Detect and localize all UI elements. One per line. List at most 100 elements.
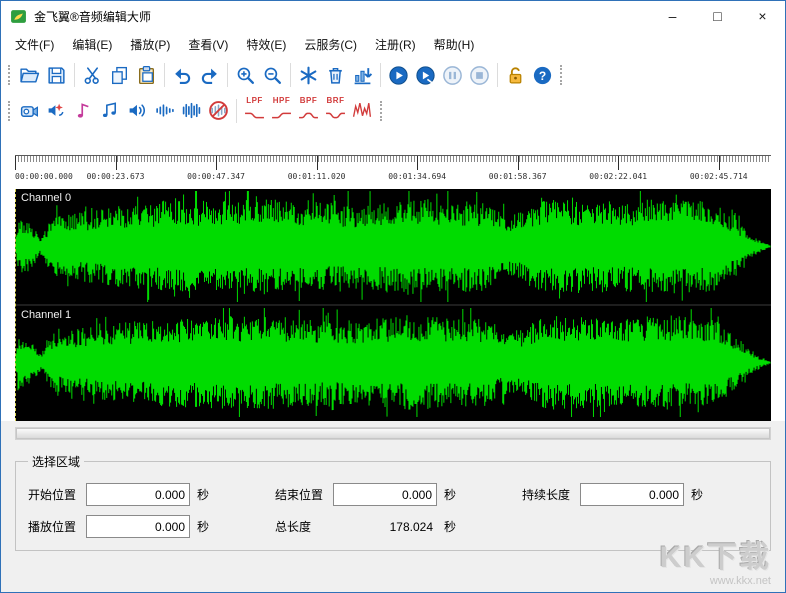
menu-item-edit[interactable]: 编辑(E) — [63, 31, 121, 58]
zoom-out-button[interactable] — [259, 61, 286, 90]
export-icon — [352, 65, 373, 86]
menu-item-effects[interactable]: 特效(E) — [237, 31, 295, 58]
start-position-field: 开始位置 秒 — [28, 483, 264, 506]
end-unit-label: 秒 — [444, 486, 456, 503]
help-button[interactable]: ? — [529, 61, 556, 90]
export-button[interactable] — [349, 61, 376, 90]
filter-hpf-icon: HPF — [270, 96, 294, 126]
waveform-channel-1[interactable]: Channel 1 — [15, 304, 771, 419]
toolbar-separator — [164, 63, 165, 87]
filter-brf-button[interactable]: BRF — [322, 96, 349, 125]
save-button[interactable] — [43, 61, 70, 90]
undo-button[interactable] — [169, 61, 196, 90]
total-length-field: 总长度 178.024 秒 — [275, 518, 511, 535]
start-unit-label: 秒 — [197, 486, 209, 503]
start-position-label: 开始位置 — [28, 486, 86, 503]
minimize-button[interactable]: – — [650, 1, 695, 31]
selection-row-1: 开始位置 秒 结束位置 秒 持续长度 秒 — [28, 483, 758, 506]
close-button[interactable]: × — [740, 1, 785, 31]
ruler-time-label: 00:00:47.347 — [187, 172, 245, 181]
wave-mute-button[interactable] — [205, 96, 232, 125]
copy-button[interactable] — [106, 61, 133, 90]
menu-bar: 文件(F)编辑(E)播放(P)查看(V)特效(E)云服务(C)注册(R)帮助(H… — [1, 31, 785, 58]
menu-item-cloud[interactable]: 云服务(C) — [295, 31, 366, 58]
app-icon — [10, 8, 27, 25]
menu-item-play[interactable]: 播放(P) — [121, 31, 179, 58]
sound-effects-button[interactable] — [43, 96, 70, 125]
cut-button[interactable] — [79, 61, 106, 90]
ruler-major-tick — [15, 156, 16, 170]
ruler-time-label: 00:00:00.000 — [15, 172, 73, 181]
toolbar-grip[interactable] — [560, 65, 562, 85]
play-position-input[interactable] — [86, 515, 190, 538]
pause-icon — [442, 65, 463, 86]
timeline-ruler[interactable]: 00:00:00.000 00:00:23.673 00:00:47.347 00:0… — [15, 155, 771, 189]
play-icon — [388, 65, 409, 86]
mix-button[interactable] — [295, 61, 322, 90]
filter-lpf-icon: LPF — [243, 96, 267, 126]
menu-item-register[interactable]: 注册(R) — [366, 31, 425, 58]
open-folder-button[interactable] — [16, 61, 43, 90]
ruler-time-label: 00:01:34.694 — [388, 172, 446, 181]
paste-button[interactable] — [133, 61, 160, 90]
menu-item-help[interactable]: 帮助(H) — [425, 31, 484, 58]
duration-unit-label: 秒 — [691, 486, 703, 503]
delete-icon — [325, 65, 346, 86]
toolbar-grip[interactable] — [8, 65, 10, 85]
play-position-field: 播放位置 秒 — [28, 515, 264, 538]
save-icon — [46, 65, 67, 86]
channel-label: Channel 1 — [21, 309, 71, 321]
toolbar-grip[interactable] — [380, 101, 382, 121]
duration-input[interactable] — [580, 483, 684, 506]
app-window: 金飞翼®音频编辑大师 – □ × 文件(F)编辑(E)播放(P)查看(V)特效(… — [0, 0, 786, 593]
filter-hpf-button[interactable]: HPF — [268, 96, 295, 125]
filter-lpf-button[interactable]: LPF — [241, 96, 268, 125]
duration-field: 持续长度 秒 — [522, 483, 758, 506]
title-bar[interactable]: 金飞翼®音频编辑大师 – □ × — [1, 1, 785, 31]
end-position-input[interactable] — [333, 483, 437, 506]
music-note-icon — [73, 100, 94, 121]
ruler-major-tick — [317, 156, 318, 170]
toolbar-spacer — [1, 129, 785, 155]
wave-mute-icon — [208, 100, 229, 121]
window-controls: – □ × — [650, 1, 785, 31]
horizontal-scrollbar[interactable] — [15, 427, 771, 440]
sound-effects-icon — [46, 100, 67, 121]
record-icon — [19, 100, 40, 121]
waveform-channel-0[interactable]: Channel 0 — [15, 189, 771, 304]
filter-bpf-button[interactable]: BPF — [295, 96, 322, 125]
redo-button[interactable] — [196, 61, 223, 90]
ruler-time-label: 00:00:23.673 — [87, 172, 145, 181]
record-button[interactable] — [16, 96, 43, 125]
play-edit-button[interactable] — [412, 61, 439, 90]
stop-icon — [469, 65, 490, 86]
play-position-label: 播放位置 — [28, 518, 86, 535]
music-note-button[interactable] — [70, 96, 97, 125]
spectrum-button[interactable] — [349, 96, 376, 125]
wave-large-button[interactable] — [178, 96, 205, 125]
waveform-area[interactable]: Channel 0 Channel 1 — [15, 189, 771, 421]
speaker-button[interactable] — [124, 96, 151, 125]
maximize-button[interactable]: □ — [695, 1, 740, 31]
menu-item-file[interactable]: 文件(F) — [6, 31, 63, 58]
watermark-title: KK下载 — [660, 542, 771, 574]
end-position-label: 结束位置 — [275, 486, 333, 503]
pause-button — [439, 61, 466, 90]
toolbar-separator — [74, 63, 75, 87]
start-position-input[interactable] — [86, 483, 190, 506]
play-button[interactable] — [385, 61, 412, 90]
music-notes-button[interactable] — [97, 96, 124, 125]
zoom-in-button[interactable] — [232, 61, 259, 90]
playhead-cursor[interactable] — [15, 189, 16, 421]
menu-item-view[interactable]: 查看(V) — [179, 31, 237, 58]
delete-button[interactable] — [322, 61, 349, 90]
scrollbar-thumb[interactable] — [16, 428, 770, 439]
wave-large-icon — [181, 100, 202, 121]
music-notes-icon — [100, 100, 121, 121]
speaker-icon — [127, 100, 148, 121]
filter-brf-icon: BRF — [324, 96, 348, 126]
toolbar-grip[interactable] — [8, 101, 10, 121]
unlock-button[interactable] — [502, 61, 529, 90]
watermark: KK下载 www.kkx.net — [660, 542, 771, 587]
wave-small-button[interactable] — [151, 96, 178, 125]
